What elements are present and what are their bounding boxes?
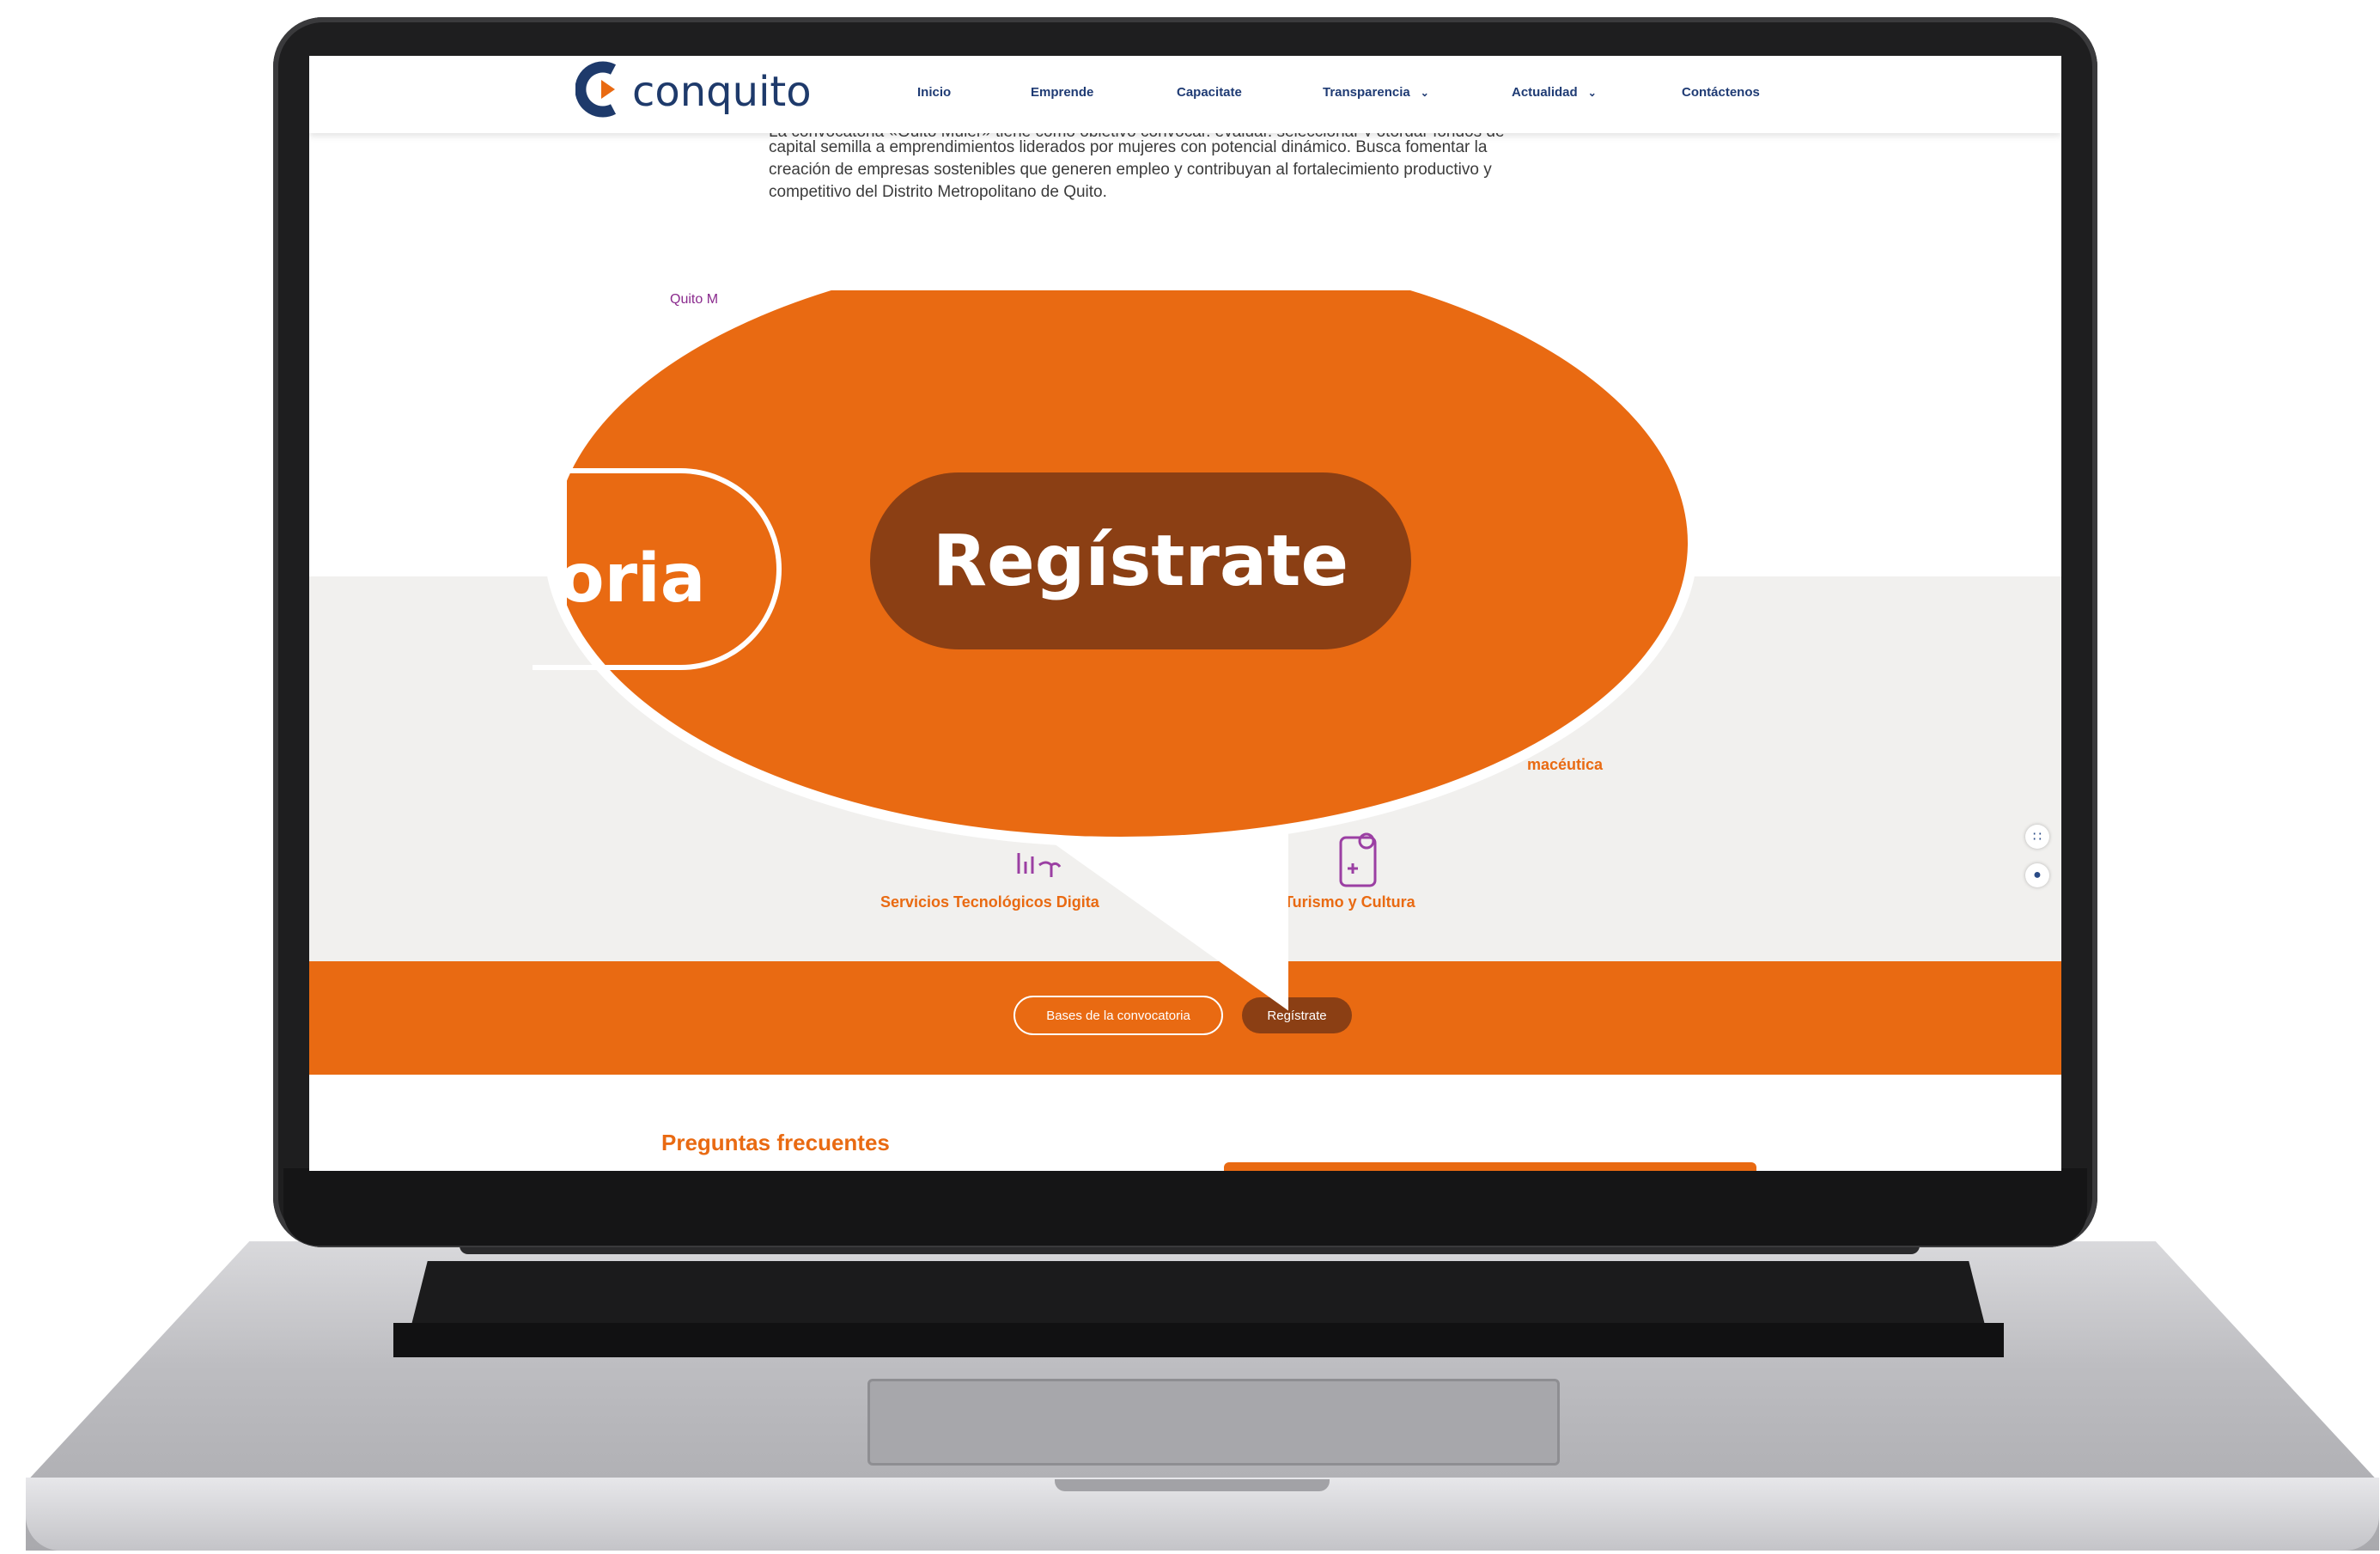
intro-line: creación de empresas sostenibles que gen… bbox=[769, 161, 1492, 179]
laptop-bezel-bottom bbox=[283, 1168, 2087, 1246]
nav-contactenos[interactable]: Contáctenos bbox=[1682, 85, 1760, 100]
chevron-down-icon: ⌄ bbox=[1420, 87, 1429, 99]
chat-widget-icon[interactable]: ● bbox=[2025, 863, 2049, 887]
chevron-down-icon: ⌄ bbox=[1587, 87, 1597, 99]
category-tourism-label: Turismo y Cultura bbox=[1284, 893, 1415, 911]
nav-inicio[interactable]: Inicio bbox=[917, 85, 951, 100]
grid-widget-icon[interactable]: ∷ bbox=[2025, 825, 2049, 849]
intro-paragraph: La convocatoria «Quito Mujer» tiene como… bbox=[769, 123, 1598, 204]
nav-actualidad-label: Actualidad bbox=[1512, 85, 1578, 100]
conquito-logo-icon bbox=[575, 61, 617, 118]
laptop-notch bbox=[1055, 1479, 1330, 1491]
trackpad bbox=[867, 1379, 1560, 1466]
faq-title: Preguntas frecuentes bbox=[661, 1130, 890, 1155]
nav-emprende[interactable]: Emprende bbox=[1031, 85, 1093, 100]
nav-transparencia[interactable]: Transparencia ⌄ bbox=[1323, 85, 1429, 100]
nav-transparencia-label: Transparencia bbox=[1323, 85, 1410, 100]
site-navbar: conquito Inicio Emprende Capacitate Tran… bbox=[309, 56, 2061, 133]
zoom-bases-text: oria bbox=[558, 540, 706, 618]
zoom-register-button: Regístrate bbox=[870, 472, 1411, 649]
nav-capacitate[interactable]: Capacitate bbox=[1177, 85, 1242, 100]
keyboard-lower-row bbox=[393, 1323, 2004, 1357]
intro-line: capital semilla a emprendimientos lidera… bbox=[769, 138, 1488, 156]
nav-actualidad[interactable]: Actualidad ⌄ bbox=[1512, 85, 1597, 100]
conquito-logo[interactable]: conquito bbox=[575, 59, 812, 128]
intro-line: competitivo del Distrito Metropolitano d… bbox=[769, 183, 1107, 201]
faq-accordion-top bbox=[1224, 1162, 1756, 1171]
zoom-bases-button: oria bbox=[533, 468, 782, 670]
logo-text: conquito bbox=[632, 68, 812, 116]
